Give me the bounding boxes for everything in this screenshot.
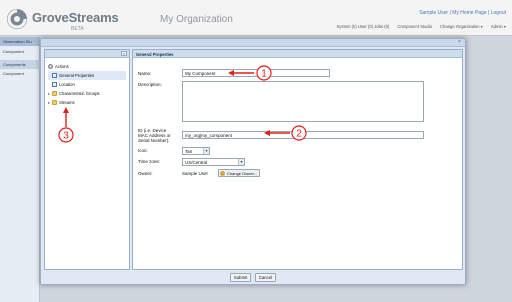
name-label: Name: [138,71,152,76]
expand-icon[interactable]: ▸ [48,100,51,105]
organization-title: My Organization [160,14,233,25]
icon-select-value: Tan [185,149,193,154]
dialog-titlebar: × [41,39,465,47]
tree-item-label: General Properties [59,73,95,78]
app-header: GroveStreams BETA My Organization Sample… [0,0,512,36]
tree-item-characteristic-groups[interactable]: ▸ Characteristic Groups [48,89,126,98]
top-nav: System (0) User (0) Jobs (0) Component S… [337,24,507,29]
brand-beta-tag: BETA [71,26,84,32]
id-input[interactable] [182,131,424,139]
background-component-item-2[interactable]: Component [3,71,24,76]
grovestreams-logo-icon [7,9,27,29]
change-owner-label: Change Owner... [227,171,258,176]
nav-status-counts[interactable]: System (0) User (0) Jobs (0) [337,24,390,29]
expand-icon[interactable]: ▸ [48,91,51,96]
owner-label: Owner: [138,171,153,176]
page-icon [52,73,57,78]
folder-icon [52,91,57,96]
description-textarea[interactable] [182,81,424,122]
id-label-line-3: Serial Number): [138,138,170,144]
brand-name: GroveStreams [32,10,119,25]
tree-item-general-properties[interactable]: General Properties [48,71,126,80]
general-properties-panel: General Properties Name: Description: ID… [132,49,463,270]
tree-root-actions[interactable]: Actions [48,62,126,71]
nav-admin[interactable]: Admin ▾ [491,24,506,29]
submit-button[interactable]: Submit [229,273,252,282]
collapse-left-icon[interactable]: « [121,51,127,56]
timezone-select-value: US/Central [185,160,208,165]
id-label: ID (i.e. Device MAC Address or Serial Nu… [138,128,171,144]
owner-value: Sample User [182,171,209,176]
name-input[interactable] [182,69,330,77]
navigation-tree-panel: « Actions General Properties Location ▸ … [44,49,130,270]
tree-item-streams[interactable]: ▸ Streams [48,98,126,107]
navigation-tree: Actions General Properties Location ▸ Ch… [45,58,129,111]
description-label: Description: [138,82,162,87]
background-panel-title: Observation Stu [0,37,40,46]
timezone-label: Time zone: [138,159,161,164]
folder-icon [52,100,57,105]
background-sidebar [0,37,40,302]
close-icon[interactable]: × [457,40,462,45]
icon-label: Icon: [138,148,148,153]
icon-select[interactable]: Tan ▼ [182,147,210,155]
panel-title: General Properties [133,50,462,58]
tree-item-location[interactable]: Location [48,80,126,89]
user-links[interactable]: Sample User | My Home Page | Logout [419,10,506,16]
tree-panel-header: « [45,50,129,58]
change-owner-button[interactable]: Change Owner... [218,169,261,177]
chevron-down-icon: ▼ [238,159,244,165]
component-dialog: × « Actions General Properties Location … [40,38,466,285]
user-icon [220,171,225,176]
timezone-select[interactable]: US/Central ▼ [182,158,245,166]
dialog-buttons: Submit Cancel [41,273,465,282]
tree-item-label: Streams [59,100,75,105]
cancel-button[interactable]: Cancel [254,273,277,282]
background-components-title: Components [0,60,40,69]
chevron-down-icon: ▼ [203,148,209,154]
tree-item-label: Characteristic Groups [59,91,100,96]
background-component-item[interactable]: Component [3,49,24,54]
gear-icon [48,64,53,69]
nav-change-organization[interactable]: Change Organization ▾ [440,24,483,29]
tree-item-label: Location [59,82,75,87]
nav-component-studio[interactable]: Component Studio [397,24,432,29]
page-icon [52,82,57,87]
tree-root-label: Actions [55,64,69,69]
